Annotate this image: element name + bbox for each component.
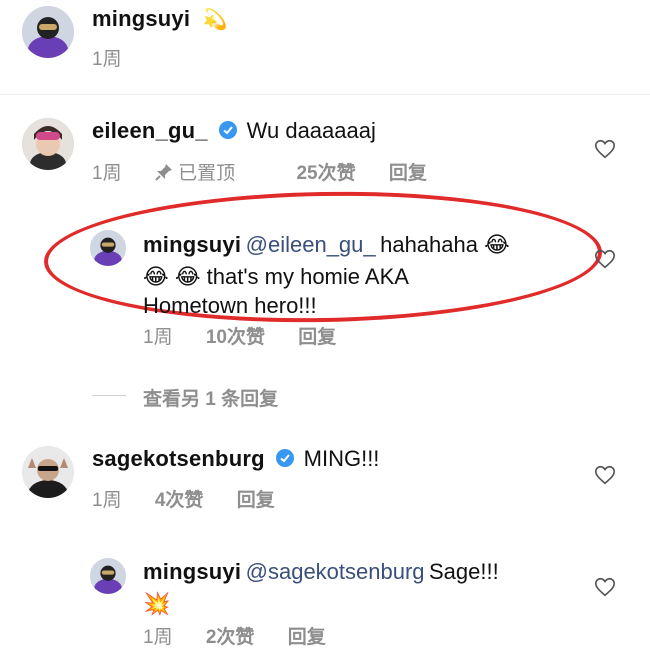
- view-replies-line: [92, 395, 126, 396]
- comment-text: Wu daaaaaaj: [246, 118, 376, 143]
- comment-text-line2: 😂 😂 that's my homie AKA: [143, 264, 409, 289]
- comment-text: MING!!!: [303, 446, 380, 471]
- comment-username[interactable]: eileen_gu_: [92, 118, 208, 143]
- pinned-label: 已置顶: [178, 163, 236, 184]
- comment-time: 1周: [143, 327, 173, 348]
- post-time: 1周: [92, 49, 122, 70]
- comment-likes[interactable]: 2次赞: [206, 627, 255, 648]
- post-avatar[interactable]: [22, 6, 74, 58]
- reply-button[interactable]: 回复: [389, 163, 427, 184]
- like-heart-icon[interactable]: [594, 576, 616, 598]
- reply-button[interactable]: 回复: [237, 490, 275, 511]
- comment-avatar[interactable]: [90, 230, 126, 266]
- comment-time: 1周: [92, 490, 122, 511]
- comment-likes[interactable]: 10次赞: [206, 327, 265, 348]
- comment-4-body: mingsuyi @sagekotsenburg Sage!!! 💥: [143, 557, 499, 618]
- like-heart-icon[interactable]: [594, 248, 616, 270]
- comment-username[interactable]: mingsuyi: [143, 559, 241, 584]
- like-heart-icon[interactable]: [594, 464, 616, 486]
- comment-2-body: mingsuyi @eileen_gu_ hahahaha 😂 😂 😂 that…: [143, 230, 510, 320]
- reply-button[interactable]: 回复: [298, 327, 336, 348]
- comment-avatar[interactable]: [22, 446, 74, 498]
- comment-text-line2: 💥: [143, 591, 171, 616]
- view-replies-button[interactable]: 查看另 1 条回复: [143, 384, 278, 411]
- comment-time: 1周: [92, 163, 122, 184]
- caption-emoji: 💫: [202, 9, 228, 31]
- section-divider: [0, 94, 650, 95]
- mention-link[interactable]: @eileen_gu_: [246, 232, 376, 257]
- comment-likes[interactable]: 25次赞: [296, 163, 355, 184]
- post-username[interactable]: mingsuyi: [92, 6, 190, 31]
- comment-username[interactable]: sagekotsenburg: [92, 446, 265, 471]
- post-caption: mingsuyi 💫: [92, 6, 228, 32]
- comment-2-meta: 1周 10次赞 回复: [143, 322, 364, 349]
- mention-link[interactable]: @sagekotsenburg: [246, 559, 425, 584]
- comment-text-line3: Hometown hero!!!: [143, 293, 317, 318]
- verified-badge-icon: [219, 121, 238, 139]
- comment-username[interactable]: mingsuyi: [143, 232, 241, 257]
- comment-text: hahahaha 😂: [380, 232, 510, 257]
- reply-button[interactable]: 回复: [288, 627, 326, 648]
- comment-text: Sage!!!: [428, 559, 499, 584]
- comment-avatar[interactable]: [90, 558, 126, 594]
- comment-1-meta: 1周 已置顶 25次赞 回复: [92, 158, 455, 185]
- comment-1-body: eileen_gu_ Wu daaaaaaj: [92, 118, 376, 144]
- pin-icon: [155, 164, 172, 181]
- comment-avatar[interactable]: [22, 118, 74, 170]
- comment-time: 1周: [143, 627, 173, 648]
- pinned-indicator: 已置顶: [155, 163, 269, 184]
- comment-likes[interactable]: 4次赞: [155, 490, 204, 511]
- comment-3-body: sagekotsenburg MING!!!: [92, 446, 379, 472]
- comment-4-meta: 1周 2次赞 回复: [143, 622, 354, 649]
- like-heart-icon[interactable]: [594, 138, 616, 160]
- verified-badge-icon: [276, 449, 295, 467]
- comment-3-meta: 1周 4次赞 回复: [92, 485, 303, 512]
